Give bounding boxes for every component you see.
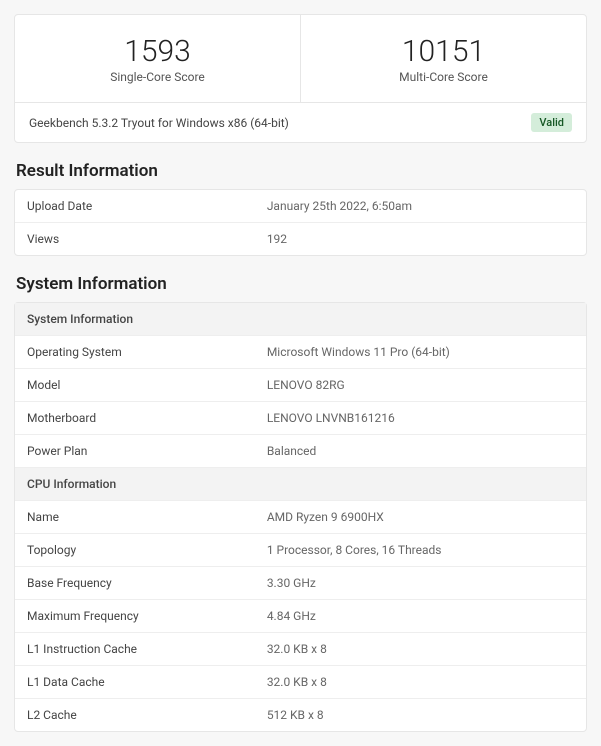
row-value: 192 (255, 223, 586, 255)
single-core-label: Single-Core Score (25, 70, 290, 84)
row-key: Operating System (15, 336, 255, 368)
system-info-panel: System InformationOperating SystemMicros… (14, 302, 587, 732)
table-row: L2 Cache512 KB x 8 (15, 698, 586, 731)
row-value: LENOVO 82RG (255, 369, 586, 401)
row-value: Microsoft Windows 11 Pro (64-bit) (255, 336, 586, 368)
row-value: 32.0 KB x 8 (255, 633, 586, 665)
multi-core-value: 10151 (311, 35, 576, 68)
single-core-block: 1593 Single-Core Score (15, 15, 300, 102)
table-row: L1 Instruction Cache32.0 KB x 8 (15, 632, 586, 665)
multi-core-block: 10151 Multi-Core Score (300, 15, 586, 102)
table-row: Base Frequency3.30 GHz (15, 566, 586, 599)
table-header: System Information (15, 303, 586, 335)
valid-badge: Valid (531, 113, 572, 132)
table-header-label: CPU Information (15, 468, 586, 500)
row-key: Base Frequency (15, 567, 255, 599)
system-info-heading: System Information (16, 274, 587, 294)
row-key: Topology (15, 534, 255, 566)
row-key: Maximum Frequency (15, 600, 255, 632)
table-row: Upload DateJanuary 25th 2022, 6:50am (15, 190, 586, 222)
table-header-label: System Information (15, 303, 586, 335)
table-header: CPU Information (15, 467, 586, 500)
table-row: NameAMD Ryzen 9 6900HX (15, 500, 586, 533)
row-value: LENOVO LNVNB161216 (255, 402, 586, 434)
row-value: 4.84 GHz (255, 600, 586, 632)
scores-row: 1593 Single-Core Score 10151 Multi-Core … (15, 15, 586, 103)
version-text: Geekbench 5.3.2 Tryout for Windows x86 (… (29, 116, 289, 130)
table-row: Views192 (15, 222, 586, 255)
row-key: Model (15, 369, 255, 401)
row-key: L1 Data Cache (15, 666, 255, 698)
row-value: Balanced (255, 435, 586, 467)
version-row: Geekbench 5.3.2 Tryout for Windows x86 (… (15, 103, 586, 142)
table-row: Operating SystemMicrosoft Windows 11 Pro… (15, 335, 586, 368)
table-row: MotherboardLENOVO LNVNB161216 (15, 401, 586, 434)
row-key: Motherboard (15, 402, 255, 434)
row-key: L1 Instruction Cache (15, 633, 255, 665)
row-key: Upload Date (15, 190, 255, 222)
row-value: 512 KB x 8 (255, 699, 586, 731)
row-value: 3.30 GHz (255, 567, 586, 599)
row-key: Views (15, 223, 255, 255)
row-key: L2 Cache (15, 699, 255, 731)
row-value: AMD Ryzen 9 6900HX (255, 501, 586, 533)
result-info-heading: Result Information (16, 161, 587, 181)
score-card: 1593 Single-Core Score 10151 Multi-Core … (14, 14, 587, 143)
row-value: January 25th 2022, 6:50am (255, 190, 586, 222)
multi-core-label: Multi-Core Score (311, 70, 576, 84)
table-row: Maximum Frequency4.84 GHz (15, 599, 586, 632)
result-info-panel: Upload DateJanuary 25th 2022, 6:50amView… (14, 189, 587, 256)
table-row: Topology1 Processor, 8 Cores, 16 Threads (15, 533, 586, 566)
table-row: L1 Data Cache32.0 KB x 8 (15, 665, 586, 698)
table-row: ModelLENOVO 82RG (15, 368, 586, 401)
row-value: 32.0 KB x 8 (255, 666, 586, 698)
single-core-value: 1593 (25, 35, 290, 68)
row-key: Power Plan (15, 435, 255, 467)
row-value: 1 Processor, 8 Cores, 16 Threads (255, 534, 586, 566)
row-key: Name (15, 501, 255, 533)
table-row: Power PlanBalanced (15, 434, 586, 467)
